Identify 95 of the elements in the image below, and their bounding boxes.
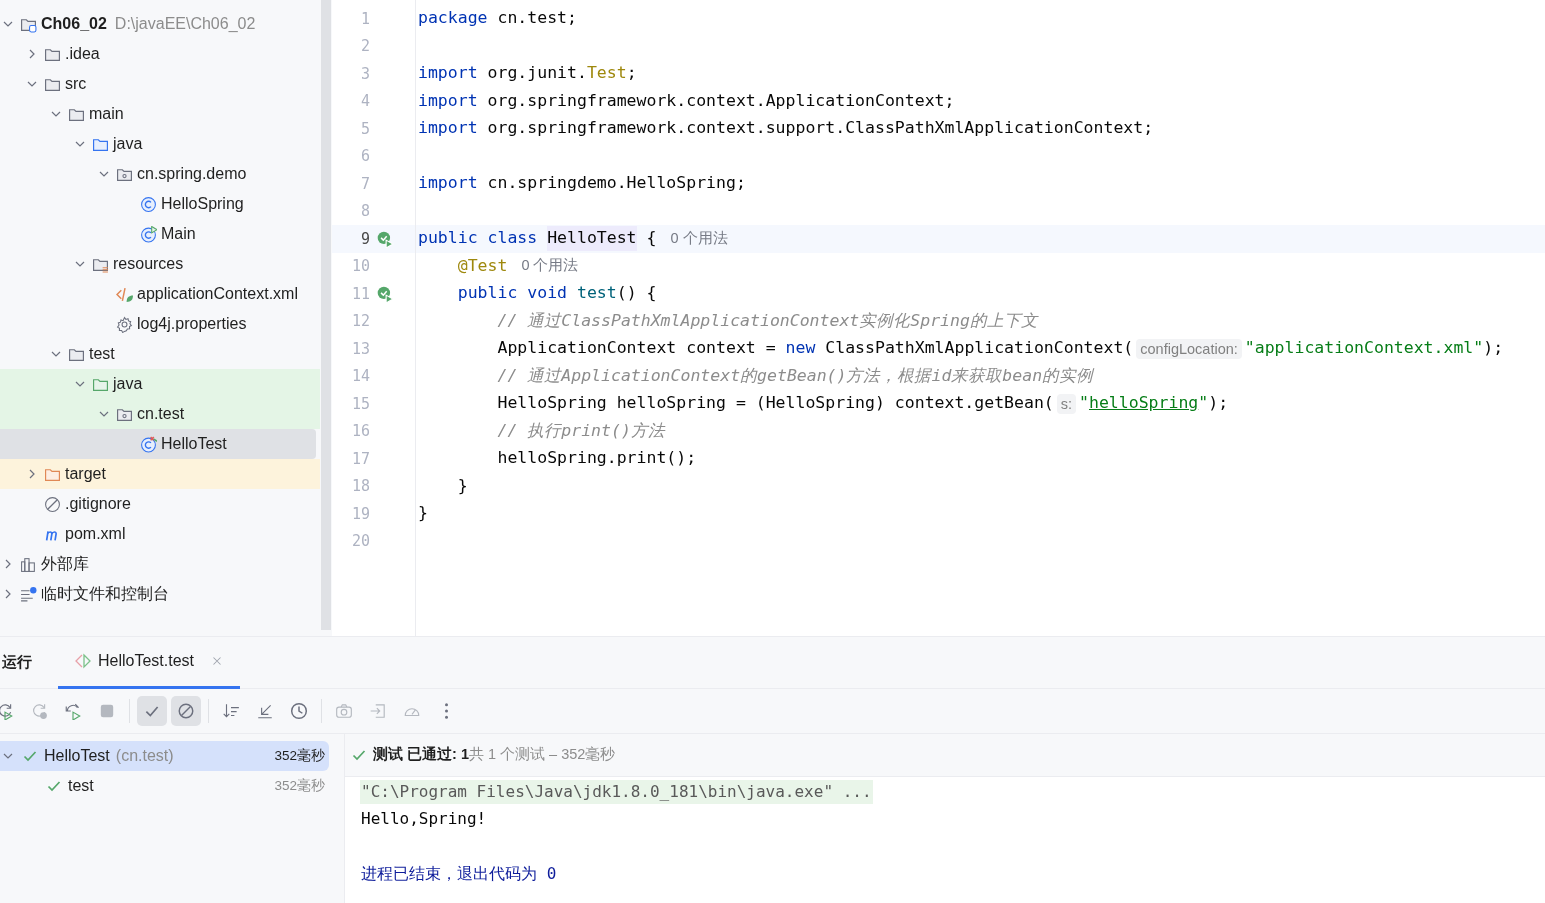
tree-item[interactable]: HelloTest (0, 429, 316, 459)
collapse-icon (256, 702, 274, 720)
tree-item[interactable]: 临时文件和控制台 (0, 579, 320, 609)
parameter-hint: s: (1056, 393, 1077, 414)
tree-item[interactable]: 外部库 (0, 549, 320, 579)
library-icon (20, 555, 37, 573)
xml-file-icon (116, 285, 133, 303)
usage-hint: 0 个用法 (670, 228, 728, 248)
line-number: 19 (350, 503, 370, 525)
code-line: HelloSpring helloSpring = (HelloSpring) context.getBean( s: "helloSpring"); (496, 392, 1230, 416)
test-tree-item[interactable]: HelloTest (cn.test) 352毫秒 (0, 741, 329, 771)
gear-icon (116, 315, 133, 333)
import-icon (369, 702, 387, 720)
line-number: 12 (350, 311, 370, 332)
tree-item[interactable]: HelloSpring (0, 189, 320, 219)
tree-item[interactable]: cn.test (0, 399, 320, 429)
run-icon[interactable] (376, 229, 394, 248)
test-duration: 352毫秒 (274, 746, 325, 765)
code-line: @Test 0 个用法 (416, 252, 1545, 280)
code-line: public void test() { (456, 282, 658, 305)
code-line: package cn.test; (417, 7, 578, 30)
line-number: 4 (359, 91, 370, 112)
class-icon (140, 195, 157, 213)
code-line: helloSpring.print(); (496, 447, 698, 470)
ignore-button[interactable] (171, 696, 201, 726)
code-line: import org.springframework.context.support.ClassPathXmlApplicationContext; (417, 117, 1155, 140)
tree-item[interactable]: target (0, 459, 320, 489)
rerun-icon (0, 702, 14, 720)
line-number: 15 (350, 393, 370, 415)
tree-item[interactable]: main (0, 99, 320, 129)
line-number: 9 (359, 228, 370, 250)
run-tab[interactable]: HelloTest.test (58, 636, 241, 689)
tree-item[interactable]: .idea (0, 39, 320, 69)
test-tree-item[interactable]: test 352毫秒 (0, 771, 329, 801)
line-number: 11 (350, 283, 370, 305)
tree-item[interactable]: test (0, 339, 320, 369)
project-path: D:\javaEE\Ch06_02 (114, 14, 256, 34)
code-line: import cn.springdemo.HelloSpring; (417, 172, 747, 195)
line-number: 10 (350, 256, 370, 277)
line-number: 8 (359, 201, 370, 222)
line-number: 7 (359, 173, 370, 195)
code-line: ApplicationContext context = new ClassPathXmlApplicationContext( configLocation: "applicationContext.xml"); (496, 337, 1505, 361)
tree-item[interactable]: java (0, 369, 320, 399)
sort-icon (222, 702, 240, 720)
tree-item[interactable]: pom.xml (0, 519, 320, 549)
line-number: 14 (350, 366, 370, 387)
camera-icon (335, 702, 353, 720)
rerun-icon (64, 702, 82, 720)
code-line: import org.junit.Test; (417, 62, 638, 85)
clock-icon (290, 702, 308, 720)
line-number: 5 (359, 118, 370, 140)
tree-item[interactable]: java (0, 129, 320, 159)
line-number: 2 (359, 36, 370, 57)
ignore-icon (177, 702, 195, 720)
code-line: } (456, 474, 469, 497)
test-status: 测试 已通过: 1共 1 个测试 – 352毫秒 (373, 745, 616, 765)
code-line: import org.springframework.context.ApplicationContext; (417, 89, 956, 112)
line-number: 6 (359, 146, 370, 167)
line-number: 16 (350, 421, 370, 442)
class-icon (140, 435, 157, 453)
code-line: // 通过ApplicationContext的getBean()方法，根据id来获取bean的实例 (496, 364, 1096, 387)
code-line: // 通过ClassPathXmlApplicationContext实例化Spring的上下文 (496, 309, 1040, 332)
parameter-hint: configLocation: (1136, 338, 1242, 359)
test-diamond-icon (74, 653, 92, 669)
tree-item[interactable]: log4j.properties (0, 309, 320, 339)
tree-item[interactable]: resources (0, 249, 320, 279)
tree-item[interactable]: src (0, 69, 320, 99)
line-number: 17 (350, 448, 370, 470)
class-icon (140, 225, 157, 243)
more-icon (444, 703, 448, 719)
scrollbar[interactable] (321, 0, 331, 630)
tree-item[interactable]: applicationContext.xml (0, 279, 320, 309)
usage-hint: 0 个用法 (521, 256, 579, 276)
package-name: (cn.test) (115, 746, 174, 766)
line-number: 18 (350, 476, 370, 497)
test-duration: 352毫秒 (274, 776, 325, 795)
tree-item[interactable]: Main (0, 219, 320, 249)
console-line: 进程已结束，退出代码为 0 (360, 863, 558, 886)
panel-title: 运行 (2, 652, 32, 673)
line-number: 1 (359, 8, 370, 30)
run-icon[interactable] (376, 284, 394, 303)
line-number: 13 (350, 338, 370, 360)
rerun-icon (30, 702, 48, 720)
code-line: // 执行print()方法 (496, 419, 667, 442)
tree-item[interactable]: .gitignore (0, 489, 320, 519)
stop-icon (98, 702, 116, 720)
line-number: 3 (359, 63, 370, 85)
tree-item[interactable]: cn.spring.demo (0, 159, 320, 189)
scratch-console-icon (20, 585, 37, 603)
check-button[interactable] (137, 696, 167, 726)
console-line: Hello,Spring! (360, 808, 488, 831)
tree-item[interactable]: Ch06_02 D:\javaEE\Ch06_02 (0, 9, 320, 39)
line-number: 20 (350, 531, 370, 552)
code-line: } (417, 502, 429, 525)
ignore-icon (44, 495, 61, 513)
